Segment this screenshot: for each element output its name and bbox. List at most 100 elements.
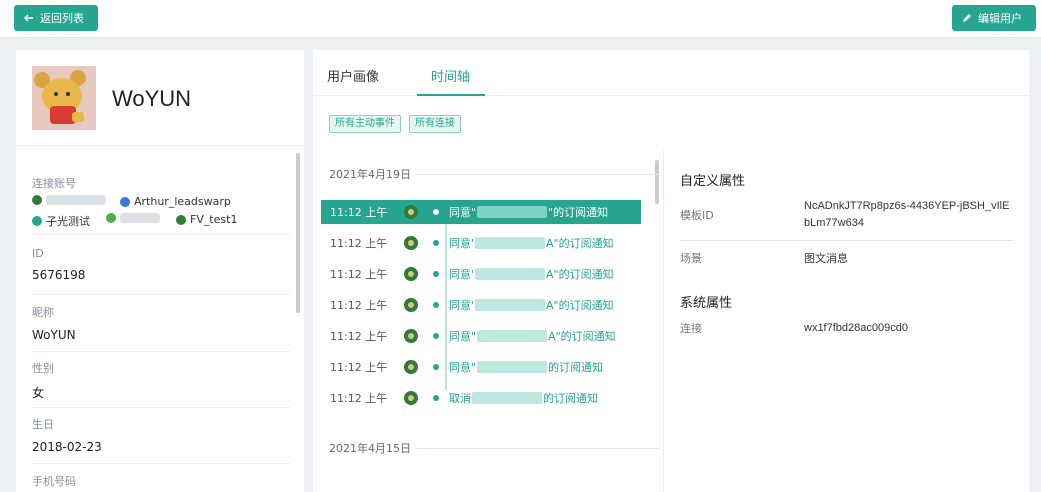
active-tab-indicator — [417, 94, 485, 96]
field-id: ID 5676198 — [32, 247, 290, 295]
account-name: 子光测试 — [46, 215, 90, 228]
account-icon — [120, 196, 130, 207]
event-text: 同意' A"的订阅通知 — [449, 268, 614, 281]
event-time: 11:12 上午 — [330, 361, 388, 374]
user-info-panel: WoYUN 连接账号 Arthur_leadswarp 子光测试 FV_test… — [16, 50, 304, 492]
timeline-event[interactable]: 11:12 上午 同意" 的订阅通知 — [321, 355, 641, 379]
timeline-event[interactable]: 11:12 上午 同意' A"的订阅通知 — [321, 262, 641, 286]
gender-label: 性别 — [32, 362, 54, 375]
property-key: 连接 — [680, 322, 702, 335]
account-name: Arthur_leadswarp — [134, 195, 231, 208]
timeline-date-header: 2021年4月15日 — [329, 440, 659, 456]
event-text: 同意' A"的订阅通知 — [449, 299, 614, 312]
tab-timeline[interactable]: 时间轴 — [431, 66, 470, 85]
tab-bar: 用户画像 时间轴 — [313, 50, 1029, 96]
event-text: 同意' A"的订阅通知 — [449, 237, 614, 250]
event-time: 11:12 上午 — [330, 392, 388, 405]
edit-user-label: 编辑用户 — [978, 12, 1022, 25]
property-value: 图文消息 — [804, 252, 848, 265]
account-icon — [176, 214, 186, 225]
timeline-event[interactable]: 11:12 上午 同意" "的订阅通知 — [321, 200, 641, 224]
channel-avatar-icon — [404, 267, 418, 281]
event-time: 11:12 上午 — [330, 330, 388, 343]
channel-avatar-icon — [404, 329, 418, 343]
account-name-redacted — [46, 195, 106, 205]
account-name-redacted — [120, 213, 160, 223]
field-nickname: 昵称 WoYUN — [32, 304, 290, 352]
field-birthday: 生日 2018-02-23 — [32, 416, 290, 464]
timeline-node — [433, 302, 439, 308]
main-panel: 用户画像 时间轴 所有主动事件 所有连接 2021年4月19日 11:12 上午… — [313, 50, 1029, 492]
timeline-event[interactable]: 11:12 上午 同意' A"的订阅通知 — [321, 293, 641, 317]
user-fields: 连接账号 Arthur_leadswarp 子光测试 FV_test1 ID 5… — [16, 147, 304, 492]
profile-header: WoYUN — [16, 50, 304, 146]
account-icon — [32, 216, 42, 226]
timeline-node — [433, 333, 439, 339]
timeline-event[interactable]: 11:12 上午 取消 的订阅通知 — [321, 386, 641, 410]
nickname-label: 昵称 — [32, 306, 54, 319]
tab-user-profile[interactable]: 用户画像 — [327, 66, 379, 85]
timeline-node — [433, 240, 439, 246]
birthday-value: 2018-02-23 — [32, 440, 102, 454]
account-icon — [106, 213, 116, 223]
property-value: wx1f7fbd28ac009cd0 — [804, 322, 908, 334]
timeline-node — [433, 395, 439, 401]
property-key: 模板ID — [680, 209, 714, 222]
wechat-account-icon — [32, 195, 42, 205]
top-bar: 返回列表 编辑用户 — [0, 0, 1041, 38]
event-text: 取消 的订阅通知 — [449, 392, 598, 405]
account-item — [106, 213, 160, 223]
timeline-event[interactable]: 11:12 上午 同意" A"的订阅通知 — [321, 324, 641, 348]
account-item — [32, 195, 106, 205]
field-gender: 性别 女 — [32, 360, 290, 408]
filter-all-active-events[interactable]: 所有主动事件 — [329, 115, 401, 133]
property-scene: 场景 图文消息 — [680, 250, 1014, 270]
property-value: NcADnkJT7Rp8pz6s-4436YEP-jBSH_vIlEbLm77w… — [804, 200, 1010, 229]
timeline-node — [433, 209, 439, 215]
timeline-node — [433, 364, 439, 370]
arrow-left-icon — [24, 14, 33, 22]
property-template-id: 模板ID NcADnkJT7Rp8pz6s-4436YEP-jBSH_vIlEb… — [680, 198, 1014, 238]
account-name: FV_test1 — [190, 213, 238, 226]
channel-avatar-icon — [404, 236, 418, 250]
channel-avatar-icon — [404, 360, 418, 374]
profile-name: WoYUN — [112, 86, 192, 111]
custom-properties-title: 自定义属性 — [680, 174, 746, 189]
avatar — [32, 66, 96, 130]
fields-scrollbar[interactable] — [296, 153, 300, 313]
account-item: Arthur_leadswarp — [120, 195, 231, 208]
timeline-date-header: 2021年4月19日 — [329, 166, 659, 182]
timeline-node — [433, 271, 439, 277]
event-text: 同意" 的订阅通知 — [449, 361, 604, 374]
id-value: 5676198 — [32, 268, 86, 282]
back-to-list-label: 返回列表 — [40, 12, 84, 25]
event-text: 同意" "的订阅通知 — [449, 206, 609, 219]
account-item: 子光测试 — [32, 213, 90, 229]
event-text: 同意" A"的订阅通知 — [449, 330, 616, 343]
back-to-list-button[interactable]: 返回列表 — [14, 5, 98, 31]
id-label: ID — [32, 247, 44, 260]
timeline-event[interactable]: 11:12 上午 同意' A"的订阅通知 — [321, 231, 641, 255]
channel-avatar-icon — [404, 391, 418, 405]
property-key: 场景 — [680, 252, 702, 265]
timeline-list: 2021年4月19日 11:12 上午 同意" "的订阅通知 11:12 上午 同… — [321, 150, 659, 492]
gender-value: 女 — [32, 386, 45, 400]
channel-avatar-icon — [404, 205, 418, 219]
event-time: 11:12 上午 — [330, 268, 388, 281]
edit-user-button[interactable]: 编辑用户 — [952, 5, 1036, 31]
channel-avatar-icon — [404, 298, 418, 312]
date-label: 2021年4月15日 — [329, 442, 411, 455]
event-time: 11:12 上午 — [330, 299, 388, 312]
birthday-label: 生日 — [32, 418, 54, 431]
pencil-icon — [963, 14, 971, 22]
system-properties-title: 系统属性 — [680, 296, 733, 311]
account-item: FV_test1 — [176, 213, 237, 226]
nickname-value: WoYUN — [32, 328, 76, 342]
event-time: 11:12 上午 — [330, 206, 388, 219]
phone-label: 手机号码 — [32, 475, 76, 488]
property-connection: 连接 wx1f7fbd28ac009cd0 — [680, 320, 1014, 340]
accounts-label: 连接账号 — [32, 177, 76, 190]
event-time: 11:12 上午 — [330, 237, 388, 250]
filter-all-connections[interactable]: 所有连接 — [409, 115, 461, 133]
date-label: 2021年4月19日 — [329, 168, 411, 181]
